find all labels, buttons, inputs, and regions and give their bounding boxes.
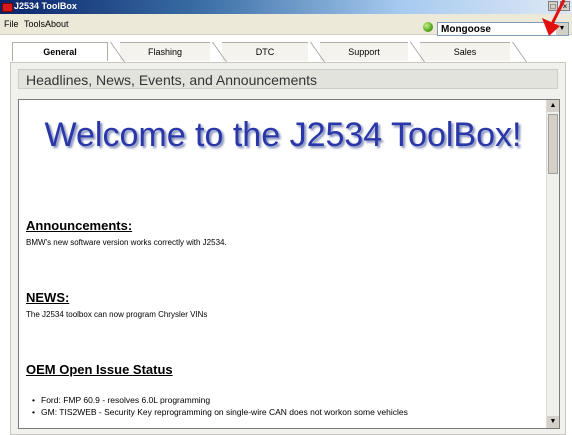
list-item: Ford: FMP 60.9 - resolves 6.0L programmi…	[32, 395, 210, 405]
tab-support[interactable]: Support	[320, 42, 408, 61]
tab-flashing[interactable]: Flashing	[120, 42, 210, 61]
scroll-down-button[interactable]: ▼	[547, 416, 559, 428]
annotation-arrow-icon	[542, 0, 566, 36]
news-heading: NEWS:	[26, 290, 70, 305]
tab-divider	[512, 42, 528, 62]
title-bar[interactable]: J2534 ToolBox □ ×	[0, 0, 572, 14]
announcements-heading: Announcements:	[26, 218, 133, 233]
device-select-value: Mongoose	[441, 24, 491, 35]
menu-file[interactable]: File	[4, 19, 19, 29]
tab-bar: General Flashing DTC Support Sales	[0, 42, 572, 62]
list-item: GM: TIS2WEB - Security Key reprogramming…	[32, 407, 408, 417]
headline-title: Headlines, News, Events, and Announcemen…	[26, 72, 318, 88]
news-text: The J2534 toolbox can now program Chrysl…	[26, 310, 208, 319]
oem-status-heading: OEM Open Issue Status	[26, 362, 173, 377]
scroll-thumb[interactable]	[548, 114, 558, 174]
tab-sales[interactable]: Sales	[420, 42, 510, 61]
menu-tools[interactable]: Tools	[24, 19, 45, 29]
announcements-text: BMW's new software version works correct…	[26, 238, 227, 247]
vertical-scrollbar[interactable]: ▲ ▼	[546, 100, 559, 428]
tab-dtc[interactable]: DTC	[222, 42, 308, 61]
news-content-pane[interactable]: Welcome to the J2534 ToolBox! Announceme…	[18, 99, 560, 429]
welcome-banner: Welcome to the J2534 ToolBox!	[44, 116, 522, 154]
scroll-up-button[interactable]: ▲	[547, 100, 559, 112]
app-icon	[2, 3, 13, 12]
window-title: J2534 ToolBox	[14, 1, 77, 11]
headline-bar: Headlines, News, Events, and Announcemen…	[18, 69, 558, 89]
menu-about[interactable]: About	[45, 19, 69, 29]
tab-general[interactable]: General	[12, 42, 108, 61]
connection-status-icon	[423, 22, 433, 32]
general-panel: Headlines, News, Events, and Announcemen…	[10, 62, 566, 435]
